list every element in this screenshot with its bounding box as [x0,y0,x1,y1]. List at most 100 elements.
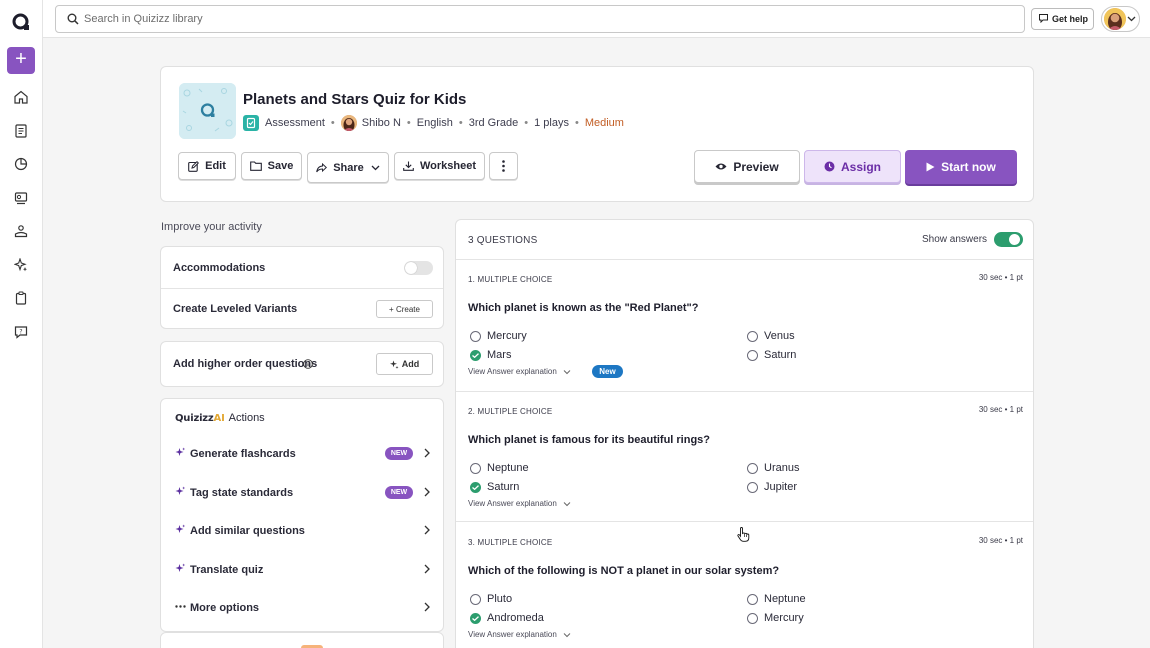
home-icon[interactable] [14,90,28,104]
option-text: Neptune [487,462,529,474]
show-answers-label: Show answers [922,234,988,245]
add-label: Add [401,359,420,369]
option-text: Mercury [487,330,527,342]
improve-card: Accommodations Create Leveled Variants +… [160,246,444,329]
chevron-down-icon [563,369,571,374]
add-similar-questions-action[interactable]: Add similar questions [161,512,445,550]
ai-sparkle-icon[interactable] [14,258,28,272]
accommodations-toggle[interactable] [404,261,433,275]
radio-icon [747,462,758,474]
quiz-author[interactable]: Shibo N [362,117,401,129]
create-plus-button[interactable]: + [7,47,35,74]
start-now-button[interactable]: Start now [905,150,1017,184]
share-label: Share [333,161,364,174]
clipboard-icon[interactable] [14,291,28,305]
meta-separator: • [574,117,579,129]
assessment-icon [243,115,259,131]
share-button[interactable]: Share [307,152,389,183]
translate-quiz-action[interactable]: Translate quiz [161,551,445,589]
leveled-variants-label: Create Leveled Variants [173,303,298,315]
generate-flashcards-action[interactable]: Generate flashcards NEW [161,435,445,473]
new-badge: NEW [385,447,413,460]
quiz-difficulty: Medium [584,117,624,129]
quizizz-logo-icon[interactable] [11,12,31,32]
question-card[interactable]: 2. MULTIPLE CHOICE 30 sec • 1 pt Which p… [456,392,1033,522]
question-text: Which of the following is NOT a planet i… [468,565,780,577]
questions-count: 3 QUESTIONS [468,235,538,246]
save-button[interactable]: Save [241,152,302,180]
chevron-down-icon [1127,16,1136,22]
assign-label: Assign [840,159,881,174]
chevron-down-icon [371,165,380,171]
radio-icon [470,462,481,474]
question-text: Which planet is known as the "Red Planet… [468,302,699,314]
more-options-button[interactable] [489,152,518,180]
help-chat-icon[interactable]: ? [14,325,28,339]
option-text: Mars [487,349,512,361]
questions-panel: 3 QUESTIONS Show answers 1. MULTIPLE CHO… [455,219,1034,648]
ai-sparkle-icon [175,563,186,572]
show-answers-toggle[interactable] [994,232,1023,247]
kebab-menu-icon [502,160,505,172]
ai-actions-card: QuizizzAI Actions Generate flashcards NE… [160,398,444,632]
accommodations-icon[interactable] [14,224,28,238]
eye-icon [715,163,727,170]
option-text: Neptune [764,593,806,605]
answer-option: Neptune [747,593,806,605]
profile-menu[interactable] [1101,6,1140,32]
view-explanation-label: View Answer explanation [468,499,557,508]
worksheet-button[interactable]: Worksheet [394,152,485,180]
preview-button[interactable]: Preview [694,150,800,183]
edit-button[interactable]: Edit [178,152,236,180]
question-card[interactable]: 1. MULTIPLE CHOICE 30 sec • 1 pt Which p… [456,260,1033,391]
meta-separator: • [406,117,411,129]
author-avatar [340,115,357,131]
view-explanation-label: View Answer explanation [468,630,557,639]
view-explanation-toggle[interactable]: View Answer explanation [468,499,571,508]
check-circle-icon [470,349,481,361]
search-input[interactable] [84,10,984,28]
assign-button[interactable]: Assign [804,150,901,183]
answer-option: Jupiter [747,481,797,493]
radio-icon [470,593,481,605]
get-help-button[interactable]: Get help [1031,8,1094,30]
view-explanation-toggle[interactable]: View Answer explanation [468,367,571,376]
search-bar[interactable] [55,5,1025,33]
more-options-action[interactable]: More options [161,589,445,627]
create-variants-button[interactable]: + Create [376,300,433,318]
radio-icon [747,593,758,605]
tag-state-standards-action[interactable]: Tag state standards NEW [161,474,445,512]
radio-icon [747,481,758,493]
higher-order-text: Add higher order questions [173,358,318,370]
quiz-meta: Assessment • Shibo N • English • 3rd Gra… [243,114,624,132]
info-icon[interactable] [303,359,313,369]
radio-icon [747,330,758,342]
chevron-right-icon [424,564,430,574]
svg-text:?: ? [19,329,22,336]
chevron-right-icon [424,487,430,497]
library-icon[interactable] [14,124,28,138]
option-text: Pluto [487,593,513,605]
quiz-language: English [416,117,453,129]
next-card-peek [160,632,444,648]
question-text: Which planet is famous for its beautiful… [468,434,711,446]
classes-icon[interactable] [14,191,28,205]
higher-order-card: Add higher order questions Add [160,341,444,387]
option-text: Andromeda [487,612,544,624]
folder-icon [249,161,262,171]
ellipsis-icon [175,605,186,608]
view-explanation-toggle[interactable]: View Answer explanation [468,630,571,639]
question-meta: 30 sec • 1 pt [978,405,1023,414]
edit-icon [188,160,200,172]
reports-icon[interactable] [14,157,28,171]
question-type: 2. MULTIPLE CHOICE [468,407,553,416]
add-higher-order-button[interactable]: Add [376,353,433,375]
action-label: Translate quiz [190,564,264,576]
quiz-title: Planets and Stars Quiz for Kids [243,91,467,108]
worksheet-label: Worksheet [419,160,477,172]
improve-heading: Improve your activity [161,221,262,233]
meta-separator: • [524,117,529,129]
radio-icon [470,330,481,342]
ai-sparkle-icon [389,360,399,369]
check-circle-icon [470,612,481,624]
